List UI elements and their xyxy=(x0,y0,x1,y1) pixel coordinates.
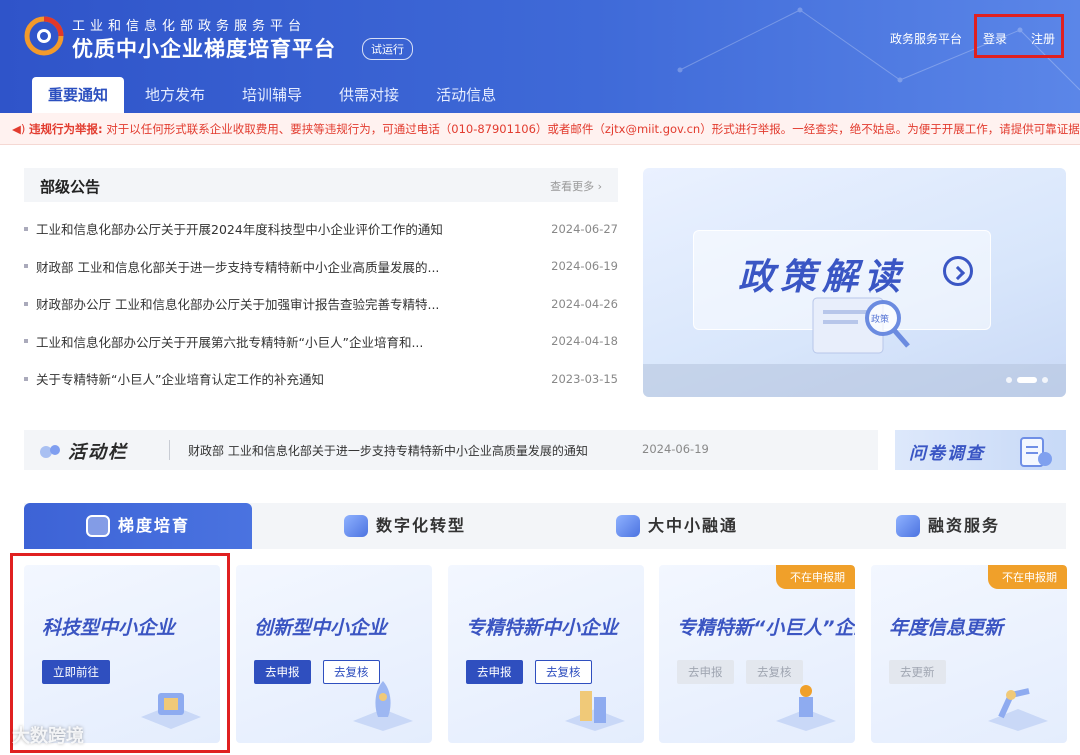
announcement-date: 2024-04-26 xyxy=(551,296,618,311)
login-link[interactable]: 登录 xyxy=(983,30,1007,47)
trial-badge: 试运行 xyxy=(362,38,413,60)
tab-label: 融资服务 xyxy=(928,516,1001,535)
bullet xyxy=(24,339,28,344)
list-item[interactable]: 财政部办公厅 工业和信息化部办公厅关于加强审计报告查验完善专精特... 2024-… xyxy=(24,285,618,323)
tab-digital-transformation[interactable]: 数字化转型 xyxy=(344,503,466,549)
announcement-title[interactable]: 财政部 工业和信息化部关于进一步支持专精特新中小企业高质量发展的... xyxy=(36,257,536,276)
list-item[interactable]: 工业和信息化部办公厅关于开展2024年度科技型中小企业评价工作的通知 2024-0… xyxy=(24,210,618,248)
nav-item-important-notice[interactable]: 重要通知 xyxy=(32,77,125,113)
card-title: 专精特新中小企业 xyxy=(466,617,619,639)
activity-bar: 活动栏 财政部 工业和信息化部关于进一步支持专精特新中小企业高质量发展的通知 2… xyxy=(24,430,878,470)
tab-integration[interactable]: 大中小融通 xyxy=(616,503,738,549)
apply-button[interactable]: 去申报 xyxy=(254,660,311,684)
status-badge: 不在申报期 xyxy=(776,565,855,589)
announcement-date: 2023-03-15 xyxy=(551,371,618,386)
clipboard-icon xyxy=(1020,437,1052,467)
survey-button[interactable]: 问卷调查 xyxy=(895,430,1066,470)
violation-notice-bar: ◀) 违规行为举报: 对于以任何形式联系企业收取费用、要挟等违规行为，可通过电话… xyxy=(0,113,1080,145)
announcements-header: 部级公告 查看更多 › xyxy=(24,168,618,202)
tab-financing[interactable]: 融资服务 xyxy=(896,503,1000,549)
site-header: 工业和信息化部政务服务平台 优质中小企业梯度培育平台 试运行 政务服务平台 登录… xyxy=(0,0,1080,113)
tab-label: 梯度培育 xyxy=(117,516,190,535)
nav-item-activities[interactable]: 活动信息 xyxy=(420,77,512,113)
carousel-dot[interactable] xyxy=(1006,377,1012,383)
tab-gradient-cultivation[interactable]: 梯度培育 xyxy=(24,503,252,549)
card-title: 年度信息更新 xyxy=(889,617,1004,639)
brand-title[interactable]: 优质中小企业梯度培育平台 xyxy=(72,33,336,63)
card-title: 专精特新“小巨人”企业 xyxy=(677,617,855,639)
status-badge: 不在申报期 xyxy=(988,565,1067,589)
list-item[interactable]: 工业和信息化部办公厅关于开展第六批专精特新“小巨人”企业培育和... 2024-0… xyxy=(24,323,618,361)
nav-item-local-release[interactable]: 地方发布 xyxy=(129,77,221,113)
register-link[interactable]: 注册 xyxy=(1031,30,1055,47)
speaker-icon: ◀) xyxy=(12,122,26,136)
view-more-link[interactable]: 查看更多 › xyxy=(550,178,602,194)
announcements-list: 工业和信息化部办公厅关于开展2024年度科技型中小企业评价工作的通知 2024-0… xyxy=(24,210,618,398)
trophy-illustration-icon xyxy=(776,685,836,731)
shield-icon xyxy=(85,515,110,537)
watermark: 大数跨境 xyxy=(12,726,84,747)
announcement-date: 2024-06-19 xyxy=(551,259,618,274)
card-specialized-sme[interactable]: 专精特新中小企业 去申报 去复核 xyxy=(448,565,644,743)
nav-item-training[interactable]: 培训辅导 xyxy=(226,77,318,113)
nav-item-supply-demand[interactable]: 供需对接 xyxy=(323,77,415,113)
arrow-right-circle-icon[interactable] xyxy=(943,256,973,286)
bullet xyxy=(24,301,28,306)
update-button-disabled[interactable]: 去更新 xyxy=(889,660,946,684)
carousel-dots xyxy=(1006,377,1048,383)
gear-arm-illustration-icon xyxy=(988,688,1048,731)
list-item[interactable]: 财政部 工业和信息化部关于进一步支持专精特新中小企业高质量发展的... 2024-… xyxy=(24,248,618,286)
chart-bubble-icon xyxy=(344,515,368,537)
bullet xyxy=(24,376,28,381)
activity-date: 2024-06-19 xyxy=(642,442,709,456)
notice-text: 对于以任何形式联系企业收取费用、要挟等违规行为，可通过电话（010-879011… xyxy=(106,122,1080,136)
activity-bubble-icon xyxy=(40,445,60,458)
tab-label: 大中小融通 xyxy=(648,516,739,535)
miit-logo-icon xyxy=(24,16,64,56)
notice-label: 违规行为举报: xyxy=(29,122,103,136)
policy-banner[interactable]: 政策解读 政策 xyxy=(643,168,1066,397)
carousel-dot[interactable] xyxy=(1042,377,1048,383)
main-nav: 重要通知 地方发布 培训辅导 供需对接 活动信息 xyxy=(32,77,517,113)
survey-label: 问卷调查 xyxy=(909,444,985,464)
apply-button[interactable]: 去申报 xyxy=(466,660,523,684)
banner-magnifier-label: 政策 xyxy=(871,313,889,325)
announcement-title[interactable]: 工业和信息化部办公厅关于开展2024年度科技型中小企业评价工作的通知 xyxy=(36,219,536,238)
announcement-date: 2024-06-27 xyxy=(551,221,618,236)
category-tabs: 梯度培育 数字化转型 大中小融通 融资服务 xyxy=(24,503,1066,549)
apply-button-disabled[interactable]: 去申报 xyxy=(677,660,734,684)
card-little-giant[interactable]: 不在申报期 专精特新“小巨人”企业 去申报 去复核 xyxy=(659,565,855,743)
list-item[interactable]: 关于专精特新“小巨人”企业培育认定工作的补充通知 2023-03-15 xyxy=(24,360,618,398)
card-innovative-sme[interactable]: 创新型中小企业 去申报 去复核 xyxy=(236,565,432,743)
rocket-illustration-icon xyxy=(353,681,413,731)
card-title: 创新型中小企业 xyxy=(254,617,388,639)
document-magnifier-illustration: 政策 xyxy=(812,297,910,354)
card-annual-update[interactable]: 不在申报期 年度信息更新 去更新 xyxy=(871,565,1067,743)
announcement-title[interactable]: 关于专精特新“小巨人”企业培育认定工作的补充通知 xyxy=(36,369,536,388)
announcement-title[interactable]: 工业和信息化部办公厅关于开展第六批专精特新“小巨人”企业培育和... xyxy=(36,332,536,351)
announcement-date: 2024-04-18 xyxy=(551,334,618,349)
tab-label: 数字化转型 xyxy=(376,516,467,535)
divider xyxy=(169,440,170,460)
carousel-dot-active[interactable] xyxy=(1017,377,1037,383)
announcement-title[interactable]: 财政部办公厅 工业和信息化部办公厅关于加强审计报告查验完善专精特... xyxy=(36,294,536,313)
announcements-title: 部级公告 xyxy=(40,178,101,196)
money-icon xyxy=(896,515,920,537)
connect-icon xyxy=(616,515,640,537)
gov-service-link[interactable]: 政务服务平台 xyxy=(890,30,962,47)
bullet xyxy=(24,226,28,231)
bullet xyxy=(24,264,28,269)
banner-shelf xyxy=(643,364,1066,397)
activity-text[interactable]: 财政部 工业和信息化部关于进一步支持专精特新中小企业高质量发展的通知 xyxy=(188,442,588,459)
activity-label: 活动栏 xyxy=(68,442,128,463)
building-illustration-icon xyxy=(565,691,625,731)
brand-subtitle: 工业和信息化部政务服务平台 xyxy=(72,19,307,34)
